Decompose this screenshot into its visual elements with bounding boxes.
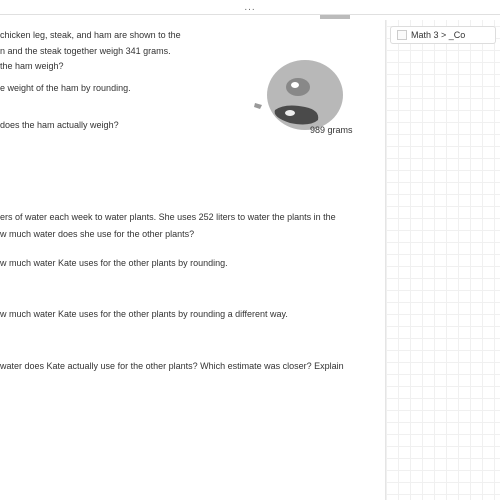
document-content: chicken leg, steak, and ham are shown to… <box>0 20 380 500</box>
progress-bar <box>320 15 350 19</box>
problem1-part-b: does the ham actually weigh? <box>0 120 230 132</box>
weight-label: 989 grams <box>310 125 353 135</box>
problem2-line1: ers of water each week to water plants. … <box>0 211 370 224</box>
problem2-part-a: w much water Kate uses for the other pla… <box>0 257 370 270</box>
document-icon <box>397 30 407 40</box>
problem1-part-a: e weight of the ham by rounding. <box>0 83 230 95</box>
problem1-line3: the ham weigh? <box>0 61 230 73</box>
problem1-line2: n and the steak together weigh 341 grams… <box>0 46 230 58</box>
problem2-line2: w much water does she use for the other … <box>0 228 370 241</box>
tab-label: Math 3 > _Co <box>411 30 465 40</box>
side-panel: Math 3 > _Co <box>385 20 500 500</box>
problem2-part-c: water does Kate actually use for the oth… <box>0 360 370 373</box>
tab-math3[interactable]: Math 3 > _Co <box>390 26 496 44</box>
top-toolbar: ... <box>0 0 500 15</box>
more-dots-icon[interactable]: ... <box>244 2 255 13</box>
problem2-part-b: w much water Kate uses for the other pla… <box>0 308 370 321</box>
problem1-line1: chicken leg, steak, and ham are shown to… <box>0 30 230 42</box>
